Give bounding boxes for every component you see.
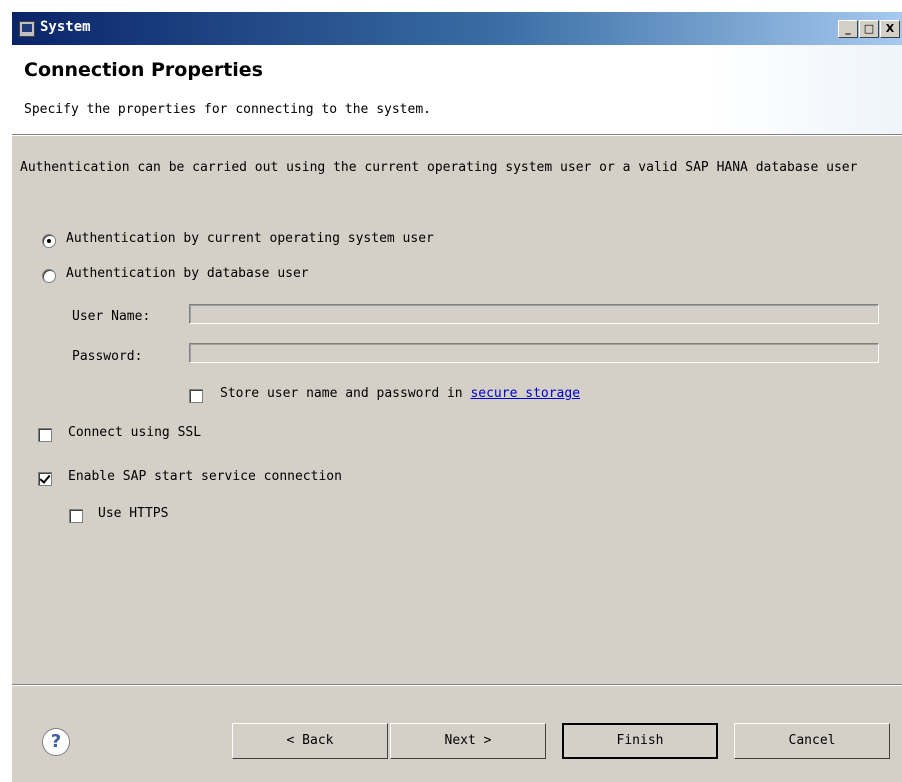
https-label[interactable]: Use HTTPS: [98, 506, 168, 521]
https-checkbox[interactable]: [69, 509, 83, 523]
page-description: Specify the properties for connecting to…: [24, 102, 431, 117]
store-credentials-label: Store user name and password in secure s…: [220, 386, 580, 401]
store-credentials-prefix: Store user name and password in: [220, 386, 471, 401]
secure-storage-link[interactable]: secure storage: [470, 386, 580, 401]
username-label: User Name:: [72, 309, 151, 324]
minimize-button[interactable]: _: [838, 20, 858, 38]
ssl-label[interactable]: Connect using SSL: [68, 425, 201, 440]
cancel-button[interactable]: Cancel: [734, 723, 890, 759]
dialog-window: System _ □ X Connection Properties Speci…: [12, 12, 902, 782]
app-icon: [19, 21, 35, 37]
help-icon[interactable]: ?: [42, 728, 70, 756]
start-service-label[interactable]: Enable SAP start service connection: [68, 469, 342, 484]
footer-divider-highlight: [12, 685, 902, 686]
auth-db-user-label[interactable]: Authentication by database user: [66, 266, 309, 281]
next-button[interactable]: Next >: [390, 723, 546, 759]
header-divider-highlight: [12, 135, 902, 136]
store-credentials-checkbox[interactable]: [189, 389, 203, 403]
finish-button[interactable]: Finish: [562, 723, 718, 759]
close-button[interactable]: X: [880, 20, 900, 38]
header-banner: Connection Properties Specify the proper…: [12, 45, 902, 134]
auth-os-user-radio[interactable]: [42, 234, 56, 248]
back-button[interactable]: < Back: [232, 723, 388, 759]
password-label: Password:: [72, 349, 143, 364]
window-title: System: [40, 19, 91, 35]
username-input[interactable]: [189, 304, 879, 324]
intro-text: Authentication can be carried out using …: [20, 160, 858, 175]
auth-os-user-label[interactable]: Authentication by current operating syst…: [66, 231, 434, 246]
page-title: Connection Properties: [24, 59, 263, 81]
titlebar[interactable]: System _ □ X: [12, 12, 902, 45]
start-service-checkbox[interactable]: [38, 472, 52, 486]
maximize-button[interactable]: □: [859, 20, 879, 38]
auth-db-user-radio[interactable]: [42, 269, 56, 283]
password-input[interactable]: [189, 343, 879, 363]
ssl-checkbox[interactable]: [38, 428, 52, 442]
